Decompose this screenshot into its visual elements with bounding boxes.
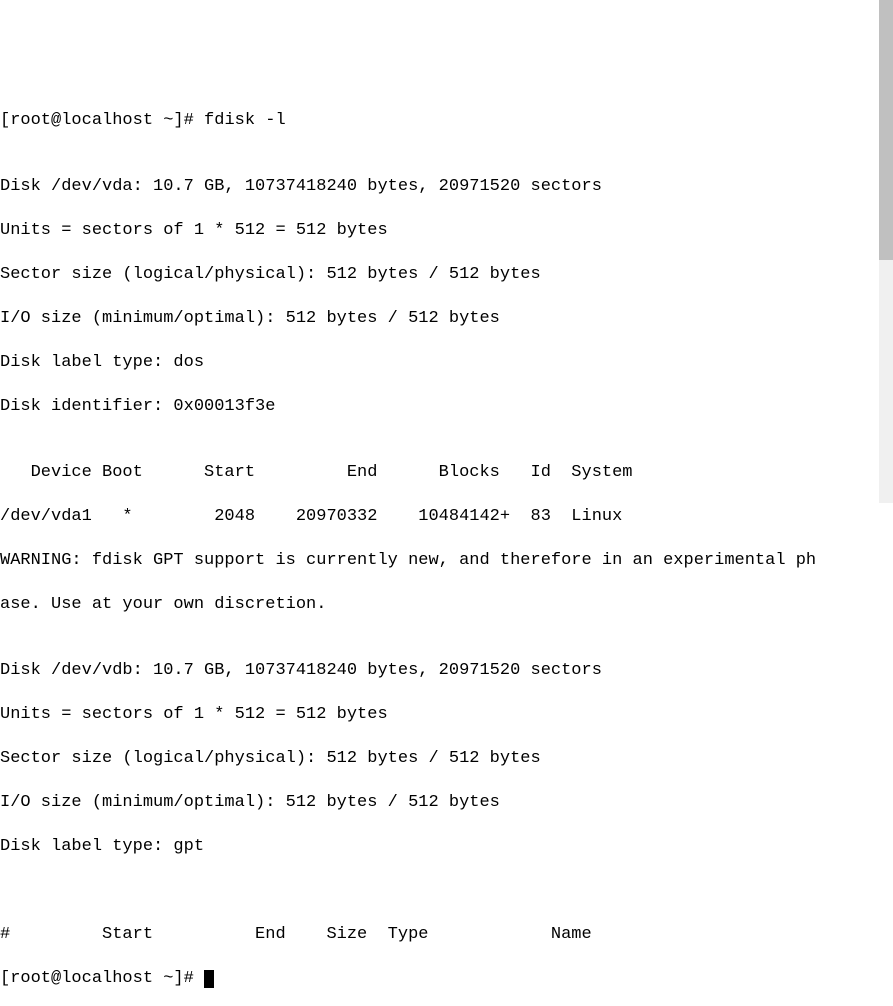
sector-size-line: Sector size (logical/physical): 512 byte… bbox=[0, 264, 893, 286]
scrollbar-track[interactable] bbox=[879, 0, 893, 503]
units-line: Units = sectors of 1 * 512 = 512 bytes bbox=[0, 704, 893, 726]
command-text: fdisk -l bbox=[204, 111, 286, 130]
io-size-line: I/O size (minimum/optimal): 512 bytes / … bbox=[0, 308, 893, 330]
disk-vda-header: Disk /dev/vda: 10.7 GB, 10737418240 byte… bbox=[0, 176, 893, 198]
sector-size-line: Sector size (logical/physical): 512 byte… bbox=[0, 748, 893, 770]
disk-identifier: Disk identifier: 0x00013f3e bbox=[0, 396, 893, 418]
shell-prompt: [root@localhost ~]# bbox=[0, 969, 204, 988]
partition-table-header-vdb: # Start End Size Type Name bbox=[0, 924, 893, 946]
prompt-line-2: [root@localhost ~]# bbox=[0, 968, 893, 990]
warning-line-2: ase. Use at your own discretion. bbox=[0, 594, 893, 616]
shell-prompt: [root@localhost ~]# bbox=[0, 111, 204, 130]
cursor-icon bbox=[204, 970, 214, 988]
disk-label-gpt: Disk label type: gpt bbox=[0, 836, 893, 858]
partition-table-header-vda: Device Boot Start End Blocks Id System bbox=[0, 462, 893, 484]
warning-line-1: WARNING: fdisk GPT support is currently … bbox=[0, 550, 893, 572]
units-line: Units = sectors of 1 * 512 = 512 bytes bbox=[0, 220, 893, 242]
disk-label-dos: Disk label type: dos bbox=[0, 352, 893, 374]
disk-vdb-header: Disk /dev/vdb: 10.7 GB, 10737418240 byte… bbox=[0, 660, 893, 682]
prompt-line-1: [root@localhost ~]# fdisk -l bbox=[0, 110, 893, 132]
partition-row-vda1: /dev/vda1 * 2048 20970332 10484142+ 83 L… bbox=[0, 506, 893, 528]
scrollbar-thumb[interactable] bbox=[879, 0, 893, 260]
terminal-output[interactable]: [root@localhost ~]# fdisk -l Disk /dev/v… bbox=[0, 88, 893, 1006]
io-size-line: I/O size (minimum/optimal): 512 bytes / … bbox=[0, 792, 893, 814]
